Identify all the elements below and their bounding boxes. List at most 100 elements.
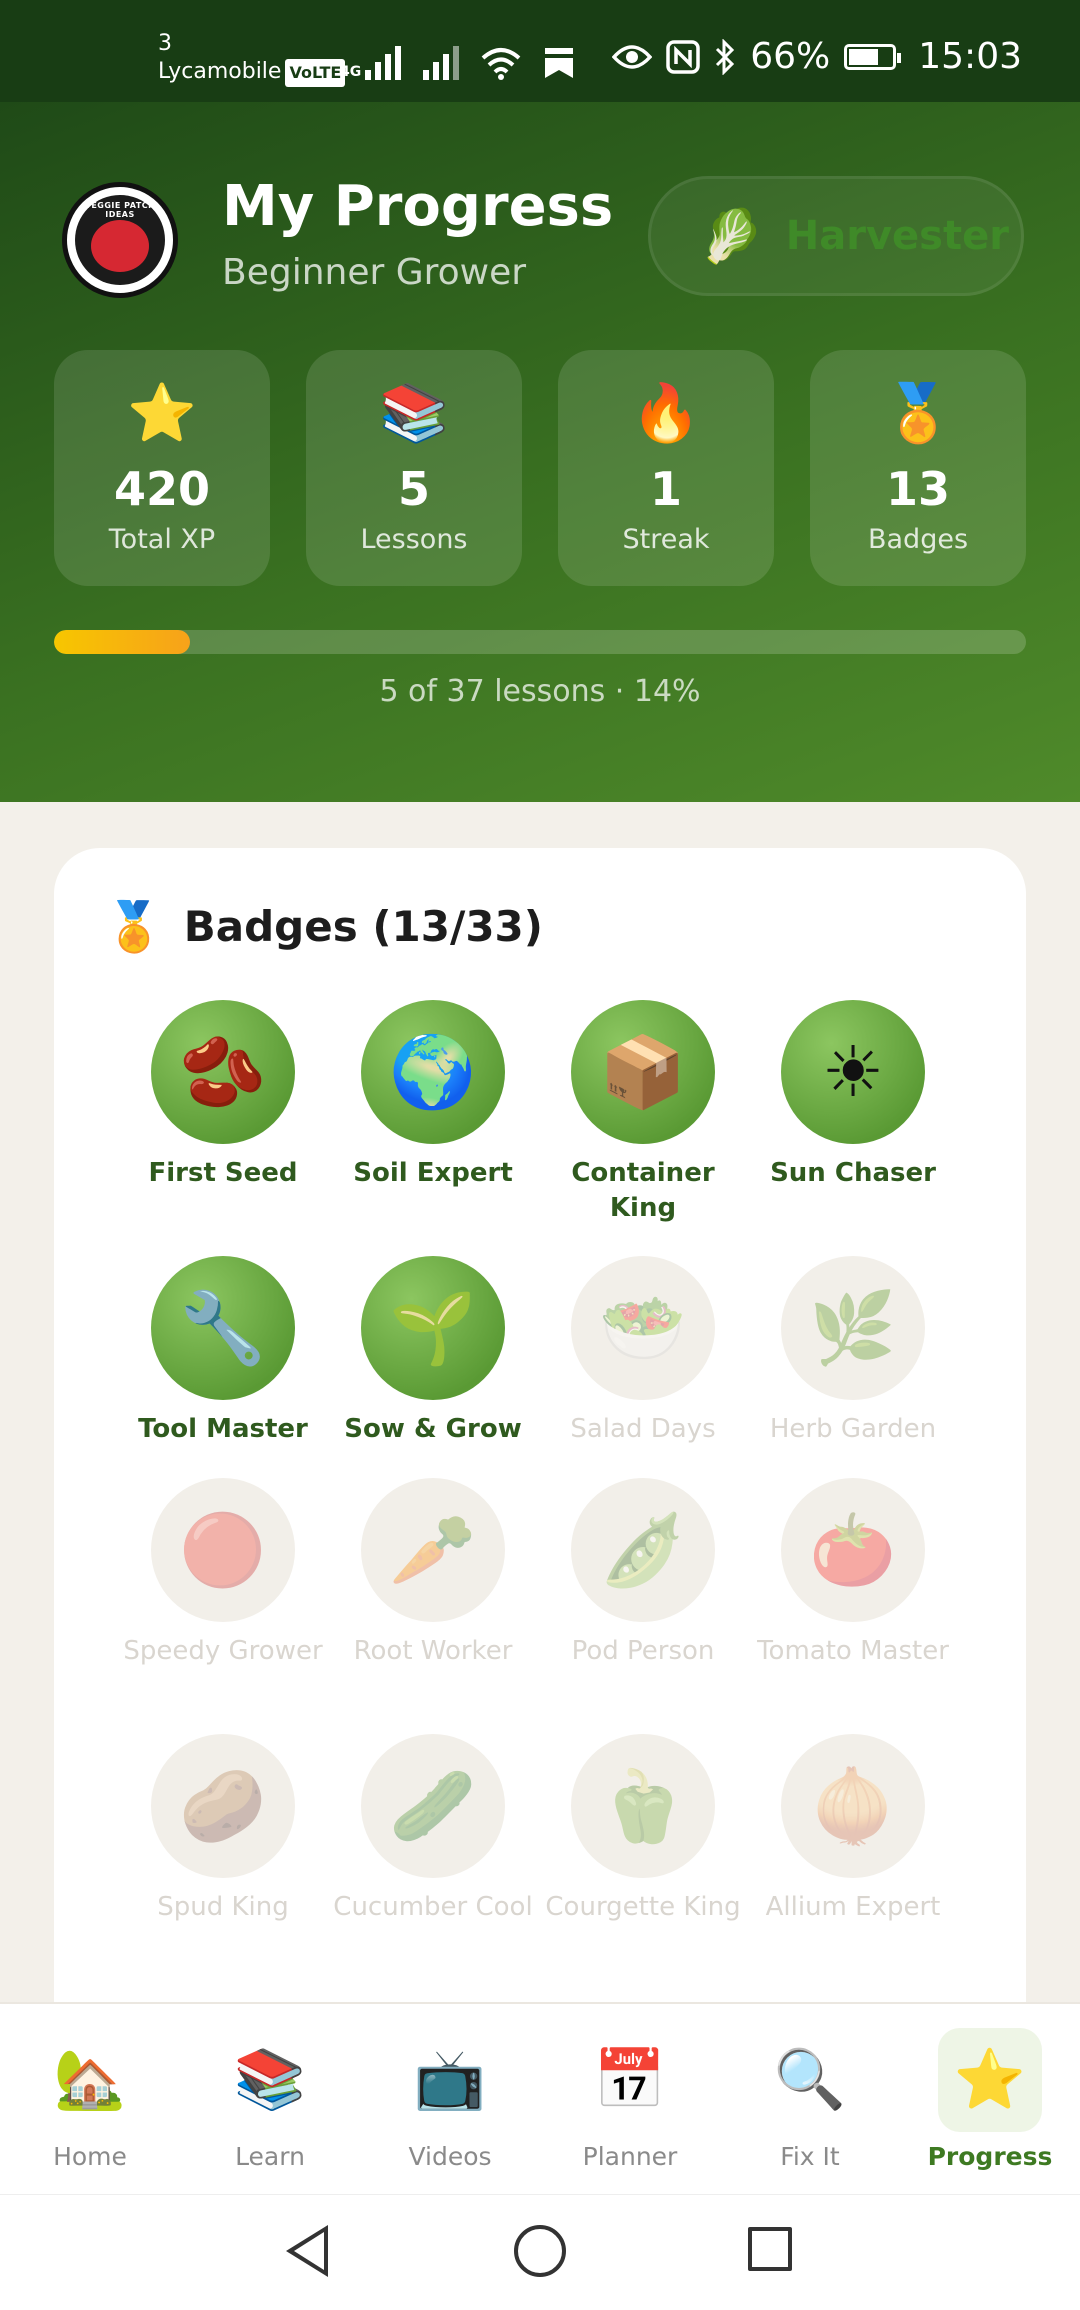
medal-icon: 🏅 (883, 381, 953, 446)
nav-label: Videos (408, 2141, 492, 2171)
badge-first-seed[interactable]: 🫘 First Seed (118, 1000, 328, 1191)
fire-icon: 🔥 (631, 381, 701, 446)
nav-fix-it[interactable]: 🔍 Fix It (730, 2028, 890, 2171)
star-icon: ⭐ (127, 381, 197, 446)
volte-badge: VoLTE (285, 59, 346, 87)
badge-name: Tool Master (138, 1414, 308, 1444)
badge-spud-king[interactable]: 🥔 Spud King (118, 1734, 328, 1925)
carrier-slot: 3 (158, 31, 172, 56)
carrot-icon: 🥕 (361, 1478, 505, 1622)
nav-home[interactable]: 🏡 Home (10, 2028, 170, 2171)
box-icon: 📦 (571, 1000, 715, 1144)
tomato-icon: 🍅 (781, 1478, 925, 1622)
badge-herb-garden[interactable]: 🌿 Herb Garden (748, 1256, 958, 1447)
badge-sow-grow[interactable]: 🌱 Sow & Grow (328, 1256, 538, 1447)
stat-label: Streak (622, 524, 710, 555)
nav-progress[interactable]: ⭐ Progress (910, 2027, 1070, 2171)
pea-pod-icon: 🫛 (571, 1478, 715, 1622)
bottom-navigation: 🏡 Home 📚 Learn 📺 Videos 📅 Planner 🔍 Fix … (0, 2002, 1080, 2194)
stat-label: Lessons (360, 524, 468, 555)
badge-pod-person[interactable]: 🫛 Pod Person (538, 1478, 748, 1669)
badge-name: Courgette King (545, 1892, 741, 1922)
onion-icon: 🧅 (781, 1734, 925, 1878)
badge-speedy-grower[interactable]: 🔴 Speedy Grower (118, 1478, 328, 1669)
back-icon[interactable] (286, 2225, 328, 2277)
sun-icon: ☀ (781, 1000, 925, 1144)
badge-cucumber-cool[interactable]: 🥒 Cucumber Cool (328, 1734, 538, 1925)
calendar-icon: 📅 (593, 2045, 667, 2113)
badge-name: First Seed (148, 1158, 298, 1188)
badge-name: Speedy Grower (123, 1636, 323, 1666)
books-icon: 📚 (379, 381, 449, 446)
red-circle-icon: 🔴 (151, 1478, 295, 1622)
stat-label: Badges (867, 524, 969, 555)
stat-value: 1 (649, 462, 682, 516)
progress-header: VEGGIE PATCH IDEAS My Progress Beginner … (0, 102, 1080, 802)
salad-icon: 🥗 (571, 1256, 715, 1400)
carrier-info: 3 Lycamobile VoLTE (158, 30, 346, 87)
badge-name: Allium Expert (765, 1892, 941, 1922)
badge-name: Tomato Master (757, 1636, 949, 1666)
badge-tool-master[interactable]: 🔧 Tool Master (118, 1256, 328, 1447)
badge-root-worker[interactable]: 🥕 Root Worker (328, 1478, 538, 1669)
potato-icon: 🥔 (151, 1734, 295, 1878)
magnifier-icon: 🔍 (773, 2045, 847, 2113)
level-badge[interactable]: 🥬 Harvester (648, 176, 1024, 296)
wrench-icon: 🔧 (151, 1256, 295, 1400)
badge-name: Soil Expert (353, 1158, 513, 1188)
books-icon: 📚 (233, 2045, 307, 2113)
badge-soil-expert[interactable]: 🌍 Soil Expert (328, 1000, 538, 1191)
nav-label: Progress (927, 2141, 1053, 2171)
badges-title: Badges (13/33) (183, 902, 543, 951)
signal-icon-2 (423, 46, 460, 80)
badge-name: Sun Chaser (770, 1158, 936, 1188)
nav-label: Fix It (780, 2141, 840, 2171)
badges-header: 🏅 Badges (13/33) (104, 898, 543, 955)
badge-name: Salad Days (570, 1414, 716, 1444)
battery-icon (844, 43, 902, 70)
bookmark-notification-icon (545, 48, 574, 78)
signal-indicators: 4G (340, 40, 575, 80)
badge-name: Sow & Grow (344, 1414, 522, 1444)
stat-lessons: 📚 5 Lessons (306, 350, 522, 586)
badge-container-king[interactable]: 📦 Container King (538, 1000, 748, 1226)
progress-fill (54, 630, 191, 654)
nav-label: Home (53, 2141, 127, 2171)
home-circle-icon[interactable] (514, 2225, 566, 2277)
medal-icon: 🏅 (104, 899, 164, 955)
system-navigation-bar (0, 2194, 1080, 2310)
status-bar: 3 Lycamobile VoLTE 4G 66% 15:03 (0, 0, 1080, 102)
nav-label: Planner (582, 2141, 678, 2171)
recents-square-icon[interactable] (748, 2227, 792, 2271)
stat-value: 13 (885, 462, 950, 516)
signal-icon (365, 46, 402, 80)
seedling-icon: 🌱 (361, 1256, 505, 1400)
lettuce-icon: 🥬 (699, 206, 764, 267)
globe-icon: 🌍 (361, 1000, 505, 1144)
rank-subtitle: Beginner Grower (222, 252, 527, 293)
herb-icon: 🌿 (781, 1256, 925, 1400)
status-right: 66% 15:03 (612, 36, 1022, 77)
stat-label: Total XP (108, 524, 216, 555)
nav-learn[interactable]: 📚 Learn (190, 2028, 350, 2171)
badge-salad-days[interactable]: 🥗 Salad Days (538, 1256, 748, 1447)
stat-value: 420 (113, 462, 211, 516)
bluetooth-icon (716, 38, 735, 75)
network-type: 4G (340, 64, 362, 80)
nav-planner[interactable]: 📅 Planner (550, 2028, 710, 2171)
badge-allium-expert[interactable]: 🧅 Allium Expert (748, 1734, 958, 1925)
cucumber-icon: 🥒 (361, 1734, 505, 1878)
badge-name: Spud King (157, 1892, 289, 1922)
badge-name: Container King (571, 1158, 715, 1223)
carrier-name: Lycamobile (158, 59, 282, 84)
star-icon: ⭐ (938, 2027, 1042, 2132)
badge-courgette-king[interactable]: 🫑 Courgette King (538, 1734, 748, 1925)
badge-name: Cucumber Cool (333, 1892, 533, 1922)
nav-videos[interactable]: 📺 Videos (370, 2028, 530, 2171)
nav-label: Learn (235, 2141, 305, 2171)
tomato-icon (91, 220, 149, 272)
badge-sun-chaser[interactable]: ☀ Sun Chaser (748, 1000, 958, 1191)
badge-name: Herb Garden (769, 1414, 937, 1444)
badge-tomato-master[interactable]: 🍅 Tomato Master (748, 1478, 958, 1669)
tv-icon: 📺 (413, 2045, 487, 2113)
